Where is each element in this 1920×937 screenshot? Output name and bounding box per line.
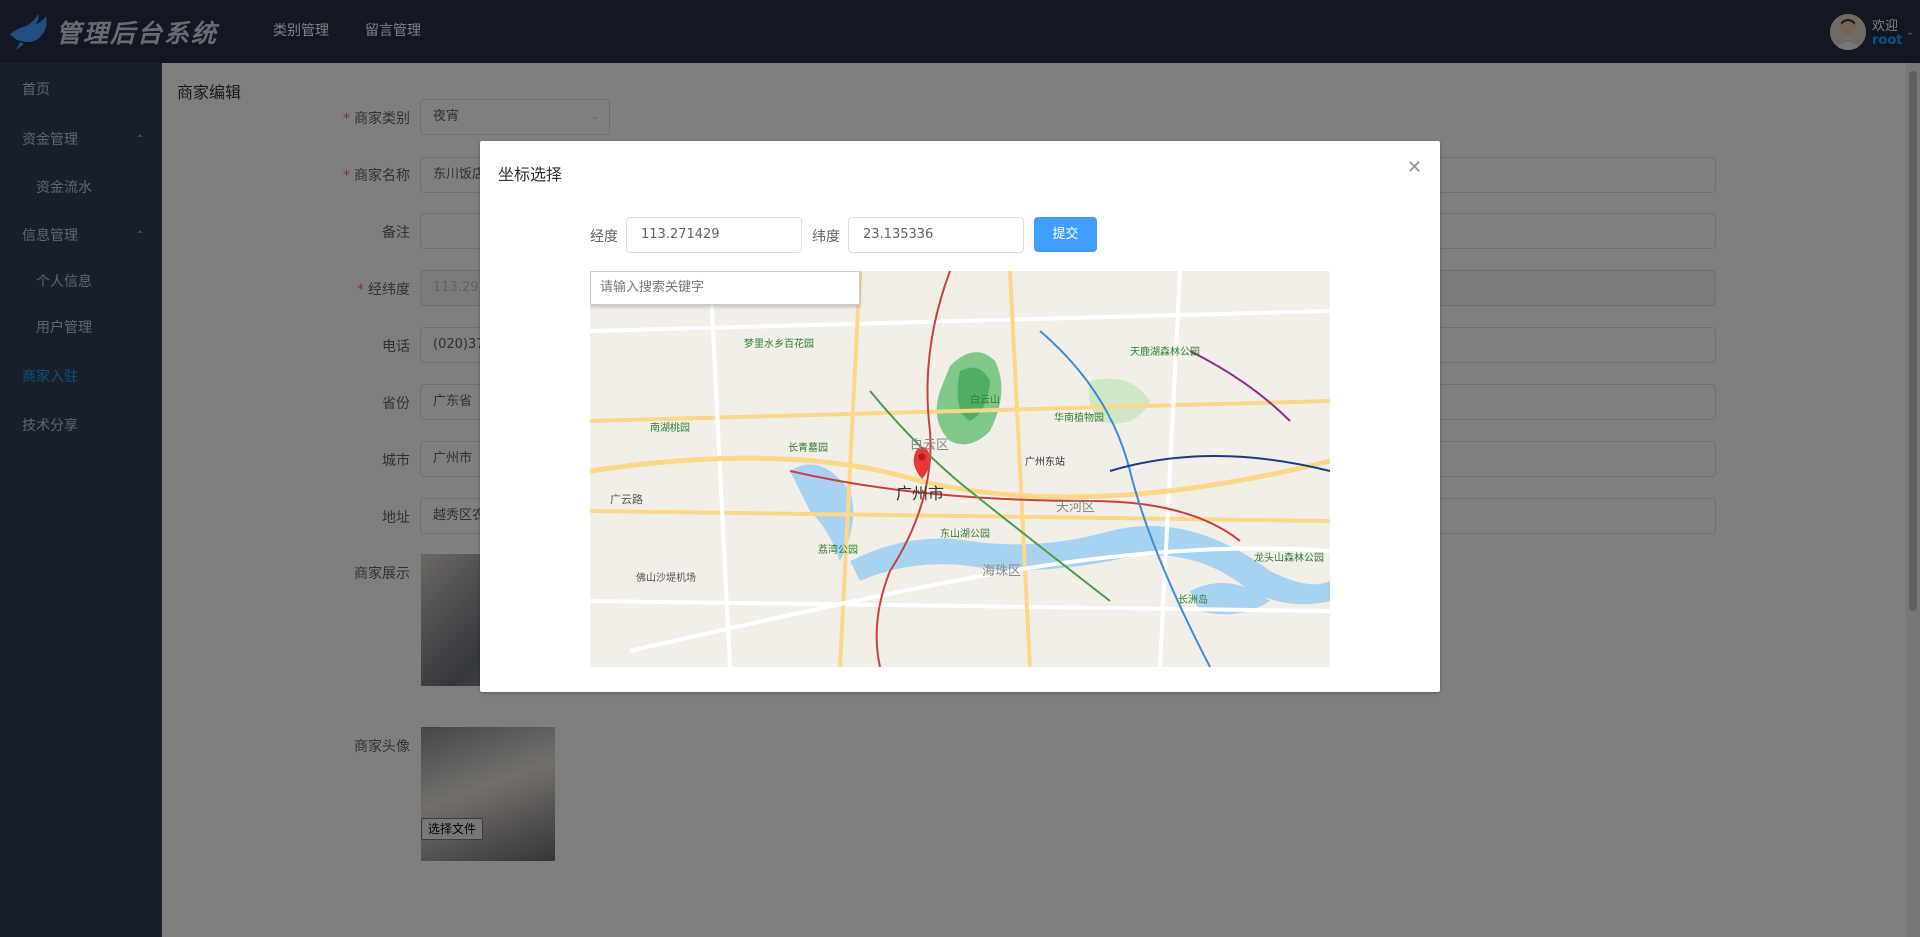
dialog-title: 坐标选择 — [498, 165, 563, 184]
svg-text:华南植物园: 华南植物园 — [1054, 411, 1104, 424]
svg-text:荔湾公园: 荔湾公园 — [818, 543, 858, 556]
map-canvas[interactable]: 广州市 白云区 天河区 海珠区 佛山沙堤机场 东山湖公园 荔湾公园 广州东站 广… — [590, 271, 1330, 667]
svg-text:长洲岛: 长洲岛 — [1178, 593, 1208, 606]
svg-text:海珠区: 海珠区 — [982, 564, 1021, 579]
svg-text:白云山: 白云山 — [970, 393, 1000, 406]
map-view[interactable]: 广州市 白云区 天河区 海珠区 佛山沙堤机场 东山湖公园 荔湾公园 广州东站 广… — [590, 271, 1330, 667]
svg-text:天河区: 天河区 — [1056, 500, 1095, 515]
lat-label: 纬度 — [812, 229, 840, 245]
svg-text:广州东站: 广州东站 — [1025, 455, 1065, 468]
svg-text:白云区: 白云区 — [910, 437, 949, 453]
close-icon[interactable]: ✕ — [1407, 157, 1422, 178]
lng-input[interactable]: 113.271429 — [626, 217, 802, 253]
svg-text:天鹿湖森林公园: 天鹿湖森林公园 — [1130, 345, 1200, 358]
svg-text:梦里水乡百花园: 梦里水乡百花园 — [744, 337, 814, 350]
svg-text:佛山沙堤机场: 佛山沙堤机场 — [636, 571, 696, 584]
map-label-city: 广州市 — [896, 484, 944, 503]
svg-text:长青墓园: 长青墓园 — [788, 441, 828, 454]
svg-text:东山湖公园: 东山湖公园 — [940, 527, 990, 540]
svg-text:广云路: 广云路 — [610, 493, 643, 506]
svg-text:龙头山森林公园: 龙头山森林公园 — [1254, 551, 1324, 564]
lng-label: 经度 — [590, 229, 618, 245]
submit-button[interactable]: 提交 — [1034, 217, 1097, 252]
lat-input[interactable]: 23.135336 — [848, 217, 1024, 253]
svg-text:南湖桃园: 南湖桃园 — [650, 421, 690, 434]
map-search-input[interactable]: 请输入搜索关键字 — [590, 271, 860, 305]
coordinate-dialog: 坐标选择 ✕ 经度 113.271429 纬度 23.135336 提交 广州市… — [480, 141, 1440, 692]
